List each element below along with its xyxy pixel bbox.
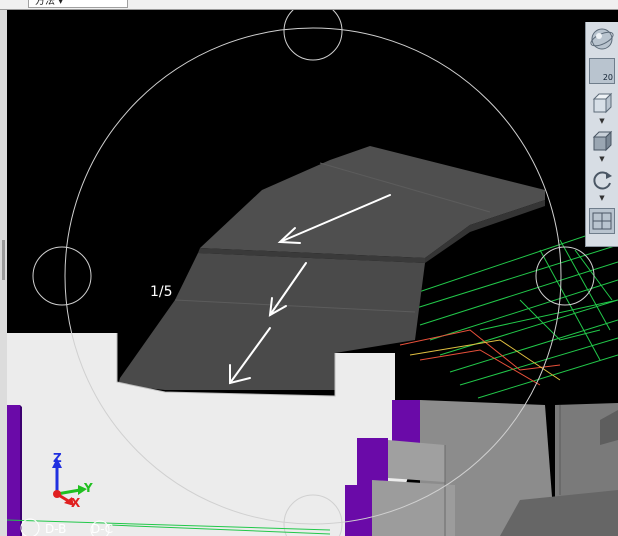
left-splitter[interactable] — [2, 240, 5, 280]
chevron-down-icon[interactable]: ▼ — [598, 195, 606, 202]
ramp-slab[interactable] — [118, 146, 545, 390]
orbit-handle-left — [32, 246, 92, 306]
3d-viewport[interactable]: 1/5 Z Y X D-B D-C 20 ▼ ▼ ▼ — [7, 10, 618, 536]
steering-wheel-icon[interactable] — [589, 26, 615, 52]
orbit-icon[interactable] — [589, 167, 615, 193]
method-dropdown[interactable]: 方法 ▾ — [28, 0, 128, 8]
zoom-icon[interactable]: 20 — [589, 58, 615, 84]
chevron-down-icon[interactable]: ▼ — [598, 156, 606, 163]
cad-text-1: D-B — [45, 522, 67, 536]
ucs-z-label: Z — [53, 451, 62, 465]
cad-red-lines — [399, 329, 561, 386]
left-edge-panel — [0, 10, 7, 536]
chevron-down-icon[interactable]: ▼ — [598, 118, 606, 125]
top-toolbar: 方法 ▾ — [0, 0, 618, 10]
ucs-y-label: Y — [84, 481, 93, 495]
cad-yellow-lines — [409, 339, 561, 381]
shaded-cube-icon[interactable] — [589, 128, 615, 154]
layout-icon[interactable] — [589, 208, 615, 234]
level-label: 1/5 — [150, 284, 173, 300]
view-cube-icon[interactable] — [589, 90, 615, 116]
zoom-value: 20 — [602, 73, 613, 82]
navigation-bar: 20 ▼ ▼ ▼ — [585, 22, 618, 247]
ucs-x-label: X — [71, 496, 81, 510]
scene-canvas — [7, 10, 618, 536]
cad-text-2: D-C — [91, 522, 113, 536]
orbit-handle-top — [283, 10, 343, 61]
